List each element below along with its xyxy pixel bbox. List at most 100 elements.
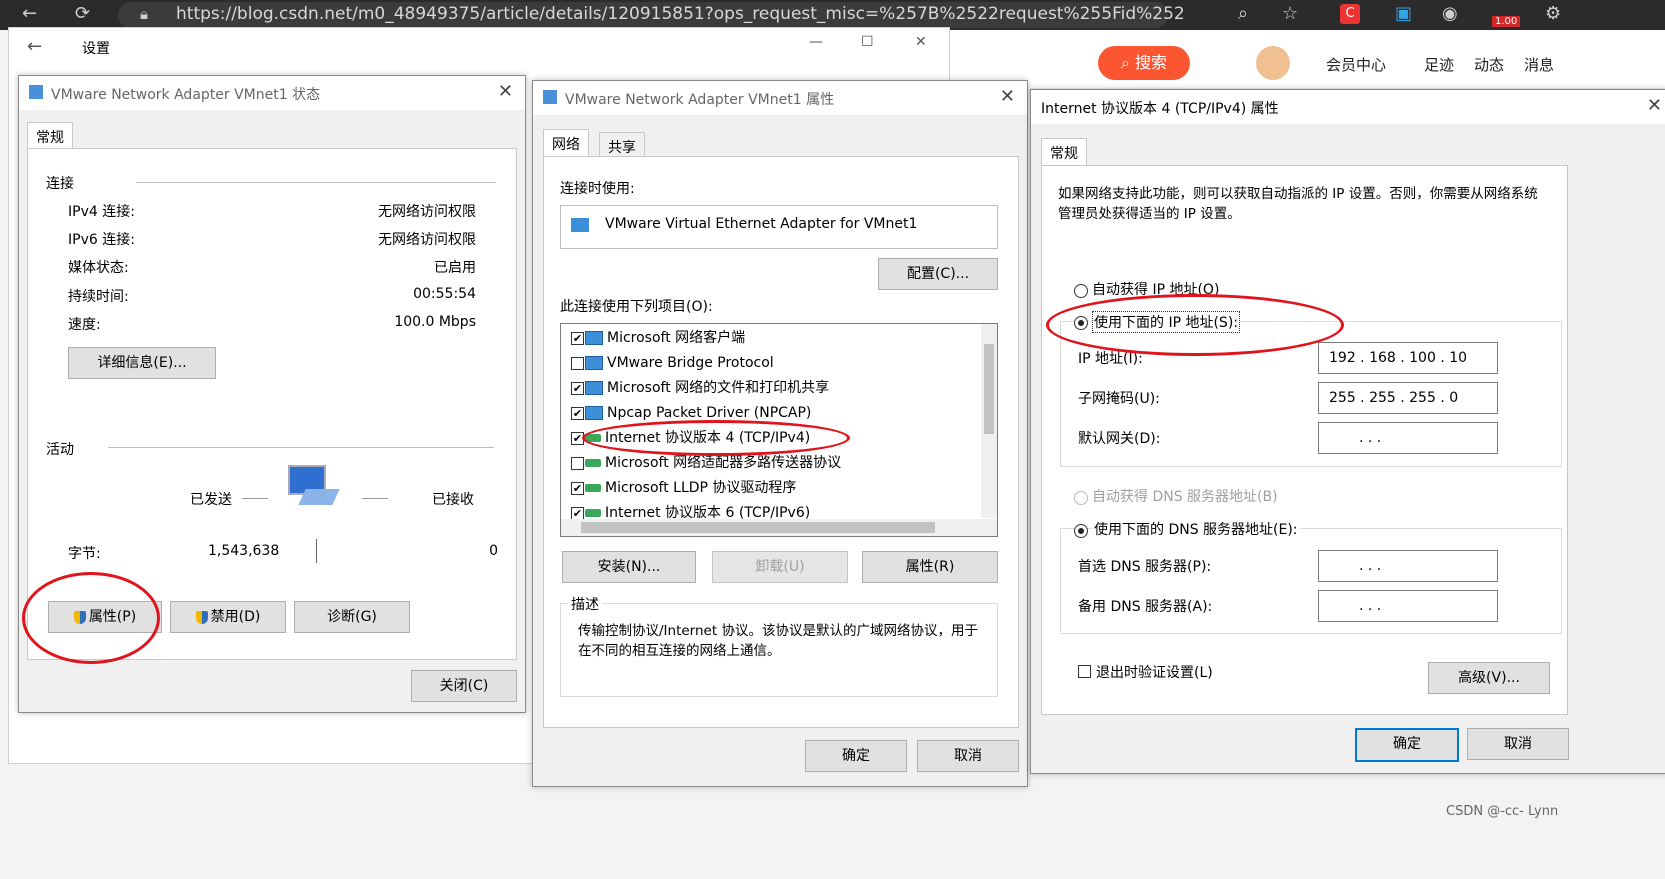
close-icon[interactable]: ✕: [498, 81, 513, 102]
disable-button-label: 禁用(D): [210, 609, 261, 625]
mask-extension-icon[interactable]: ◉: [1442, 3, 1458, 24]
network-client-icon: [585, 406, 603, 420]
bytes-sent-value: 1,543,638: [208, 543, 280, 559]
settings-title: 设置: [82, 41, 110, 57]
tab-general[interactable]: 常规: [1041, 138, 1087, 167]
alternate-dns-label: 备用 DNS 服务器(A):: [1078, 599, 1213, 615]
lock-icon[interactable]: 🔒︎: [140, 5, 148, 23]
item-label: Microsoft 网络适配器多路传送器协议: [605, 455, 842, 471]
back-icon[interactable]: ←: [22, 3, 37, 24]
adapter-name: VMware Virtual Ethernet Adapter for VMne…: [605, 216, 918, 232]
back-arrow-icon[interactable]: ←: [27, 36, 42, 57]
uac-shield-icon: [195, 610, 208, 624]
diagnose-button[interactable]: 诊断(G): [294, 601, 410, 633]
network-client-icon: [585, 381, 603, 395]
auto-ip-radio[interactable]: [1074, 284, 1088, 298]
ipv4-titlebar: Internet 协议版本 4 (TCP/IPv4) 属性 ✕: [1031, 90, 1665, 124]
protocol-icon: [585, 484, 601, 492]
search-label: 搜索: [1135, 53, 1168, 72]
network-computers-icon: [288, 465, 340, 509]
zoom-icon[interactable]: ⌕: [1238, 3, 1248, 24]
favorite-add-icon[interactable]: ☆: [1282, 3, 1298, 24]
preferred-dns-field[interactable]: . . .: [1318, 550, 1498, 582]
maximize-icon[interactable]: ☐: [861, 34, 874, 50]
close-icon[interactable]: ✕: [1647, 95, 1662, 116]
manual-dns-radio[interactable]: [1074, 524, 1088, 538]
list-item[interactable]: VMware Bridge Protocol: [567, 351, 774, 375]
minimize-icon[interactable]: —: [809, 34, 823, 50]
scrollbar-thumb[interactable]: [581, 522, 935, 533]
ipv4-title: Internet 协议版本 4 (TCP/IPv4) 属性: [1041, 101, 1279, 117]
horizontal-scrollbar[interactable]: [561, 519, 997, 536]
protocol-icon: [585, 459, 601, 467]
csdn-search-button[interactable]: ⌕ 搜索: [1098, 46, 1190, 80]
duration-label: 持续时间:: [68, 289, 129, 305]
item-properties-button[interactable]: 属性(R): [862, 551, 998, 583]
description-header: 描述: [568, 594, 602, 614]
close-button[interactable]: 关闭(C): [411, 670, 517, 702]
item-checkbox[interactable]: ✔: [571, 332, 584, 345]
ok-button[interactable]: 确定: [805, 740, 907, 772]
install-button[interactable]: 安装(N)...: [562, 551, 696, 583]
close-icon[interactable]: ✕: [1000, 86, 1015, 107]
extensions-icon[interactable]: ⚙: [1545, 3, 1561, 24]
item-checkbox[interactable]: [571, 457, 584, 470]
validate-checkbox[interactable]: [1078, 665, 1091, 678]
item-label: Npcap Packet Driver (NPCAP): [607, 405, 812, 421]
bytes-received-value: 0: [489, 543, 498, 559]
dynamic-link[interactable]: 动态: [1474, 54, 1504, 75]
search-icon: ⌕: [1120, 53, 1136, 72]
ok-button[interactable]: 确定: [1355, 728, 1459, 762]
avatar[interactable]: [1256, 46, 1290, 80]
media-label: 媒体状态:: [68, 260, 129, 276]
list-item[interactable]: ✔ Microsoft LLDP 协议驱动程序: [567, 476, 796, 500]
list-item[interactable]: ✔ Microsoft 网络客户端: [567, 326, 745, 350]
auto-dns-label[interactable]: 自动获得 DNS 服务器地址(B): [1092, 486, 1278, 506]
subnet-mask-field[interactable]: 255 . 255 . 255 . 0: [1318, 382, 1498, 414]
vip-center-link[interactable]: 会员中心: [1326, 54, 1386, 75]
ipv4-dialog: Internet 协议版本 4 (TCP/IPv4) 属性 ✕ 常规 如果网络支…: [1030, 89, 1665, 774]
annotation-circle: [22, 572, 160, 664]
configure-button[interactable]: 配置(C)...: [878, 258, 998, 290]
vertical-scrollbar[interactable]: [981, 324, 997, 518]
messages-link[interactable]: 消息: [1524, 54, 1554, 75]
adapter-icon: [571, 218, 589, 232]
general-panel: 如果网络支持此功能，则可以获取自动指派的 IP 设置。否则，你需要从网络系统管理…: [1041, 165, 1568, 715]
preferred-dns-label: 首选 DNS 服务器(P):: [1078, 559, 1212, 575]
scrollbar-thumb[interactable]: [984, 344, 994, 434]
network-adapter-icon: [543, 90, 557, 104]
list-item[interactable]: ✔ Microsoft 网络的文件和打印机共享: [567, 376, 829, 400]
csdn-extension-icon[interactable]: C: [1340, 4, 1360, 24]
item-checkbox[interactable]: [571, 357, 584, 370]
tab-general[interactable]: 常规: [27, 122, 73, 151]
ip-address-field[interactable]: 192 . 168 . 100 . 10: [1318, 342, 1498, 374]
refresh-icon[interactable]: ⟳: [75, 3, 90, 24]
cancel-button[interactable]: 取消: [917, 740, 1019, 772]
url-text[interactable]: https://blog.csdn.net/m0_48949375/articl…: [176, 4, 1186, 24]
status-titlebar: VMware Network Adapter VMnet1 状态 ✕: [19, 76, 525, 110]
received-label: 已接收: [432, 492, 474, 508]
network-client-icon: [585, 356, 603, 370]
properties-title: VMware Network Adapter VMnet1 属性: [565, 92, 835, 108]
gateway-field[interactable]: . . .: [1318, 422, 1498, 454]
close-icon[interactable]: ✕: [915, 34, 927, 50]
auto-dns-radio[interactable]: [1074, 491, 1088, 505]
tab-network[interactable]: 网络: [543, 129, 589, 158]
ipv6-label: IPv6 连接:: [68, 232, 135, 248]
item-label: Microsoft 网络的文件和打印机共享: [607, 380, 830, 396]
validate-label[interactable]: 退出时验证设置(L): [1096, 662, 1213, 682]
sent-label: 已发送: [190, 492, 232, 508]
ipv4-value: 无网络访问权限: [378, 204, 476, 220]
item-checkbox[interactable]: ✔: [571, 407, 584, 420]
item-checkbox[interactable]: ✔: [571, 482, 584, 495]
alternate-dns-field[interactable]: . . .: [1318, 590, 1498, 622]
cancel-button[interactable]: 取消: [1467, 728, 1569, 760]
advanced-button[interactable]: 高级(V)...: [1428, 662, 1550, 694]
footprint-link[interactable]: 足迹: [1424, 54, 1454, 75]
manual-dns-label[interactable]: 使用下面的 DNS 服务器地址(E):: [1092, 519, 1300, 539]
tv-extension-icon[interactable]: ▣: [1395, 3, 1412, 24]
disable-button[interactable]: 禁用(D): [170, 601, 286, 633]
details-button[interactable]: 详细信息(E)...: [68, 347, 216, 379]
speed-label: 速度:: [68, 317, 101, 333]
item-checkbox[interactable]: ✔: [571, 382, 584, 395]
